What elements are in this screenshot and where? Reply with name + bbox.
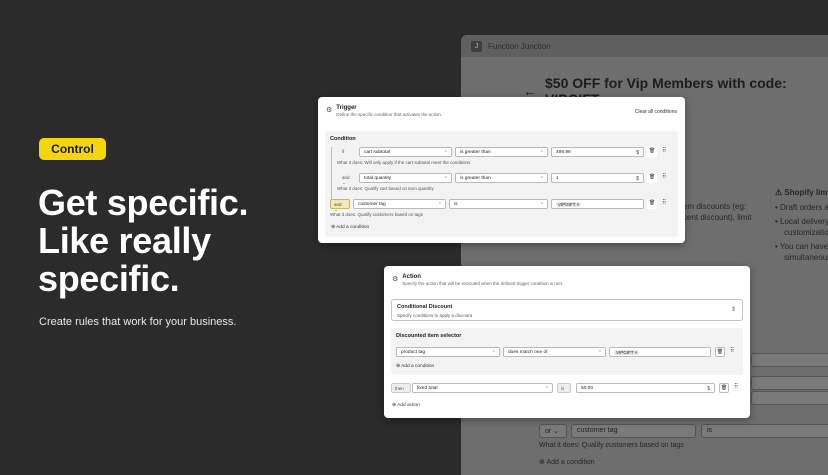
operator-select[interactable]: is ⌃ xyxy=(449,199,548,209)
bolt-icon: ⚙ xyxy=(392,276,399,283)
limit-item: • Draft orders a xyxy=(775,203,828,212)
condition-bracket xyxy=(331,147,332,205)
action-type-desc: Specify conditions to apply a discount xyxy=(397,313,473,318)
row-hint: What it does: Qualify cart based on item… xyxy=(337,186,434,191)
limit-item-cont: simultaneousl xyxy=(784,253,828,262)
limit-item: • You can have xyxy=(775,242,828,251)
drag-handle-icon[interactable]: ⠿ xyxy=(662,147,666,154)
value-input[interactable]: 1 $ xyxy=(551,173,644,183)
action-title: Action xyxy=(402,274,421,280)
then-keyword: then xyxy=(391,383,411,393)
tag-input[interactable]: VIPGIFT × xyxy=(551,199,644,209)
selector-title: Discounted item selector xyxy=(396,333,462,339)
value-tag: VIPGIFT × xyxy=(614,350,640,355)
action-card: ⚙ Action Specify the action that will be… xyxy=(384,266,750,418)
row-hint: What it does: Qualify customers based on… xyxy=(330,212,424,217)
trigger-header: ⚙ Trigger Define the specific condition … xyxy=(326,105,442,117)
chevron-icon: ⌃ xyxy=(491,349,496,356)
then-value-input[interactable]: 50.00 $ xyxy=(576,383,715,393)
action-header: ⚙ Action Specify the action that will be… xyxy=(392,274,563,286)
condition-panel: Condition if cart subtotal ⌃ is greater t… xyxy=(325,131,678,237)
plus-icon: ⊕ xyxy=(396,364,401,369)
bg-add-condition[interactable]: ⊕ Add a condition xyxy=(539,458,595,466)
trigger-description: Define the specific condition that activ… xyxy=(336,112,443,117)
delete-icon[interactable]: 🗑 xyxy=(715,347,725,357)
and-keyword-select[interactable]: and ⌄ xyxy=(330,199,350,212)
chevron-icon: ⌃ xyxy=(539,175,544,182)
action-type-select[interactable]: Conditional Discount Specify conditions … xyxy=(391,299,743,321)
delete-icon[interactable]: 🗑 xyxy=(647,173,657,183)
chevron-icon: ⌃ xyxy=(597,349,602,356)
chevron-updown-icon: ⇕ xyxy=(730,307,736,313)
remove-tag-icon[interactable]: × xyxy=(577,202,580,207)
chevron-icon: ⌃ xyxy=(539,201,544,208)
chevron-icon: ⌃ xyxy=(544,385,549,392)
shopify-limits-title: ⚠ Shopify limit xyxy=(775,188,828,197)
trigger-title: Trigger xyxy=(336,105,357,111)
control-badge: Control xyxy=(39,138,106,160)
drag-handle-icon[interactable]: ⠿ xyxy=(730,347,734,354)
delete-icon[interactable]: 🗑 xyxy=(647,147,657,157)
subheadline: Create rules that work for your business… xyxy=(39,316,237,328)
drag-handle-icon[interactable]: ⠿ xyxy=(734,383,738,390)
plus-icon: ⊕ xyxy=(392,403,397,408)
and-keyword-select[interactable]: and ⌄ xyxy=(339,173,356,185)
field-select[interactable]: cart subtotal ⌃ xyxy=(359,147,452,157)
drag-handle-icon[interactable]: ⠿ xyxy=(662,173,666,180)
operator-select[interactable]: does match one of ⌃ xyxy=(503,347,606,357)
bg-operator-select[interactable]: is xyxy=(701,424,828,438)
app-name: Function Junction xyxy=(488,41,551,51)
limit-item: • Local delivery xyxy=(775,217,828,226)
app-topbar: J Function Junction xyxy=(461,35,828,57)
action-type-title: Conditional Discount xyxy=(397,304,453,310)
gear-icon: ⚙ xyxy=(326,107,333,114)
warning-icon: ⚠ xyxy=(775,188,785,197)
selector-panel: Discounted item selector product tag ⌃ do… xyxy=(391,328,743,375)
then-field-select[interactable]: fixed total ⌃ xyxy=(412,383,553,393)
headline: Get specific. Like really specific. xyxy=(38,182,249,299)
delete-icon[interactable]: 🗑 xyxy=(647,199,657,209)
bg-field[interactable] xyxy=(751,376,828,390)
bg-keyword-select[interactable]: or ⌄ xyxy=(539,424,567,438)
field-select[interactable]: product tag ⌃ xyxy=(396,347,500,357)
peek-text-2: scent discount), limit xyxy=(679,213,752,222)
limit-item-cont: customization xyxy=(784,228,828,237)
bg-field-select[interactable]: customer tag xyxy=(571,424,696,438)
is-keyword: is xyxy=(557,383,571,393)
condition-title: Condition xyxy=(330,136,356,142)
trigger-card: ⚙ Trigger Define the specific condition … xyxy=(318,97,685,243)
bg-row-hint: What it does: Qualify customers based on… xyxy=(539,442,684,449)
peek-text-1: item discounts (eg: xyxy=(679,202,747,211)
chevron-icon: ⌃ xyxy=(539,149,544,156)
row-hint: What it does: Will only apply if the car… xyxy=(337,160,471,165)
delete-icon[interactable]: 🗑 xyxy=(719,383,729,393)
remove-tag-icon[interactable]: × xyxy=(635,350,638,355)
add-condition-link[interactable]: ⊕ Add a condition xyxy=(396,364,434,369)
chevron-icon: ⌃ xyxy=(443,175,448,182)
action-description: Specify the action that will be executed… xyxy=(402,281,564,286)
value-tag: VIPGIFT × xyxy=(556,202,582,207)
operator-select[interactable]: is greater than ⌃ xyxy=(455,147,548,157)
if-keyword: if xyxy=(342,149,345,154)
operator-select[interactable]: is greater than ⌃ xyxy=(455,173,548,183)
drag-handle-icon[interactable]: ⠿ xyxy=(662,199,666,206)
bg-field[interactable] xyxy=(751,391,828,405)
plus-icon: ⊕ xyxy=(331,225,336,230)
bg-field[interactable] xyxy=(751,353,828,367)
value-input[interactable]: 499.99 $ xyxy=(551,147,644,157)
chevron-icon: ⌃ xyxy=(437,201,442,208)
tag-input[interactable]: VIPGIFT × xyxy=(609,347,711,357)
chevron-icon: ⌃ xyxy=(443,149,448,156)
add-condition-link[interactable]: ⊕ Add a condition xyxy=(331,225,369,230)
add-action-link[interactable]: ⊕ Add action xyxy=(392,403,420,408)
field-select[interactable]: customer tag ⌃ xyxy=(353,199,446,209)
app-logo-icon: J xyxy=(471,40,482,52)
field-select[interactable]: total quantity ⌃ xyxy=(359,173,452,183)
clear-all-conditions-link[interactable]: Clear all conditions xyxy=(635,109,677,115)
